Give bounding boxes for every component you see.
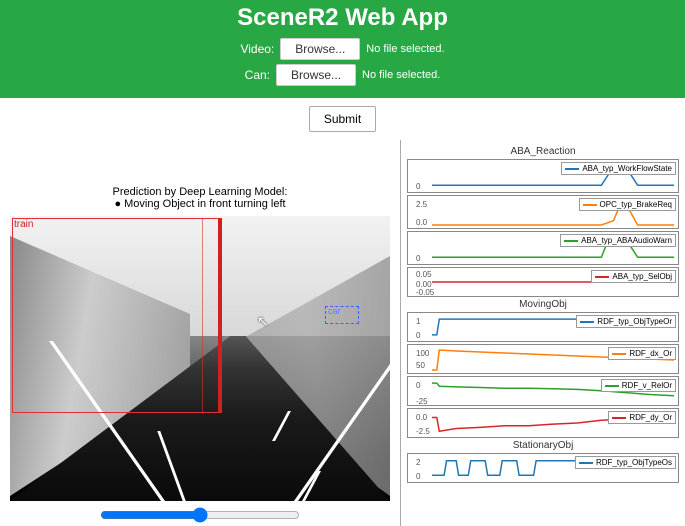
legend-text: RDF_typ_ObjTypeOs: [596, 458, 672, 467]
video-scrub-slider[interactable]: [100, 507, 300, 523]
can-upload-row: Can: Browse... No file selected.: [0, 64, 685, 86]
section-stationary-title: StationaryObj: [407, 440, 679, 451]
ytick: 2.5: [416, 200, 427, 209]
plot-objtypeos: 2 0 RDF_typ_ObjTypeOs: [407, 453, 679, 483]
legend-text: OPC_typ_BrakeReq: [600, 200, 672, 209]
plots-panel: ABA_Reaction 0 ABA_typ_WorkFlowState 2.5…: [400, 140, 685, 526]
can-label: Can:: [245, 68, 270, 82]
legend-line-icon: [612, 353, 626, 355]
video-slider-area: [100, 507, 300, 526]
video-browse-button[interactable]: Browse...: [280, 38, 360, 60]
app-header: SceneR2 Web App Video: Browse... No file…: [0, 0, 685, 98]
legend-line-icon: [579, 462, 593, 464]
plot-brakereq: 2.5 0.0 OPC_typ_BrakeReq: [407, 195, 679, 229]
legend-text: RDF_v_RelOr: [622, 381, 672, 390]
bbox-train-label: train: [14, 219, 33, 230]
prediction-bullet: ● Moving Object in front turning left: [8, 198, 392, 210]
plot-dxor: 100 50 RDF_dx_Or: [407, 344, 679, 374]
legend-dyor: RDF_dy_Or: [608, 411, 676, 424]
main-area: Prediction by Deep Learning Model: ● Mov…: [0, 140, 685, 526]
legend-line-icon: [565, 168, 579, 170]
legend-text: RDF_dy_Or: [629, 413, 672, 422]
video-label: Video:: [240, 42, 274, 56]
legend-line-icon: [605, 385, 619, 387]
ytick: 0: [416, 331, 420, 340]
ytick: -2.5: [416, 427, 430, 436]
video-nofile-text: No file selected.: [366, 43, 444, 55]
ytick: 0: [416, 254, 420, 263]
prediction-heading: Prediction by Deep Learning Model:: [8, 186, 392, 198]
legend-line-icon: [580, 321, 594, 323]
ytick: 2: [416, 458, 420, 467]
ytick: 0.0: [416, 218, 427, 227]
legend-line-icon: [583, 204, 597, 206]
ytick: 100: [416, 349, 429, 358]
ytick: 0.05: [416, 270, 432, 279]
legend-line-icon: [564, 240, 578, 242]
ytick: -0.05: [416, 288, 434, 297]
legend-brakereq: OPC_typ_BrakeReq: [579, 198, 676, 211]
plot-objtypeor: 1 0 RDF_typ_ObjTypeOr: [407, 312, 679, 342]
ytick: 1: [416, 317, 420, 326]
legend-vrelor: RDF_v_RelOr: [601, 379, 676, 392]
plot-workflow: 0 ABA_typ_WorkFlowState: [407, 159, 679, 193]
plot-audiowarn: 0 ABA_typ_ABAAudioWarn: [407, 231, 679, 265]
video-frame: train car ↖: [10, 216, 390, 501]
legend-text: RDF_dx_Or: [629, 349, 672, 358]
legend-line-icon: [612, 417, 626, 419]
can-nofile-text: No file selected.: [362, 69, 440, 81]
legend-line-icon: [595, 276, 609, 278]
plot-dyor: 0.0 -2.5 RDF_dy_Or: [407, 408, 679, 438]
legend-objtypeor: RDF_typ_ObjTypeOr: [576, 315, 676, 328]
bbox-train: [12, 218, 222, 413]
plot-vrelor: 0 -25 RDF_v_RelOr: [407, 376, 679, 406]
legend-audiowarn: ABA_typ_ABAAudioWarn: [560, 234, 676, 247]
can-browse-button[interactable]: Browse...: [276, 64, 356, 86]
video-upload-row: Video: Browse... No file selected.: [0, 38, 685, 60]
legend-workflow: ABA_typ_WorkFlowState: [561, 162, 676, 175]
submit-button[interactable]: Submit: [309, 106, 376, 132]
submit-row: Submit: [0, 98, 685, 140]
bbox-car-label: car: [328, 306, 341, 316]
section-moving-title: MovingObj: [407, 299, 679, 310]
legend-objtypeos: RDF_typ_ObjTypeOs: [575, 456, 676, 469]
legend-text: RDF_typ_ObjTypeOr: [597, 317, 672, 326]
prediction-block: Prediction by Deep Learning Model: ● Mov…: [8, 186, 392, 210]
legend-dxor: RDF_dx_Or: [608, 347, 676, 360]
left-panel: Prediction by Deep Learning Model: ● Mov…: [0, 140, 400, 526]
ytick: 0: [416, 182, 420, 191]
legend-text: ABA_typ_ABAAudioWarn: [581, 236, 672, 245]
legend-selobj: ABA_typ_SelObj: [591, 270, 676, 283]
legend-text: ABA_typ_SelObj: [612, 272, 672, 281]
app-title: SceneR2 Web App: [0, 4, 685, 32]
section-aba-title: ABA_Reaction: [407, 146, 679, 157]
plot-selobj: 0.05 0.00 -0.05 ABA_typ_SelObj: [407, 267, 679, 297]
ytick: 0: [416, 381, 420, 390]
ytick: 50: [416, 361, 425, 370]
ytick: -25: [416, 397, 428, 406]
ytick: 0.0: [416, 413, 427, 422]
legend-text: ABA_typ_WorkFlowState: [582, 164, 672, 173]
ytick: 0: [416, 472, 420, 481]
